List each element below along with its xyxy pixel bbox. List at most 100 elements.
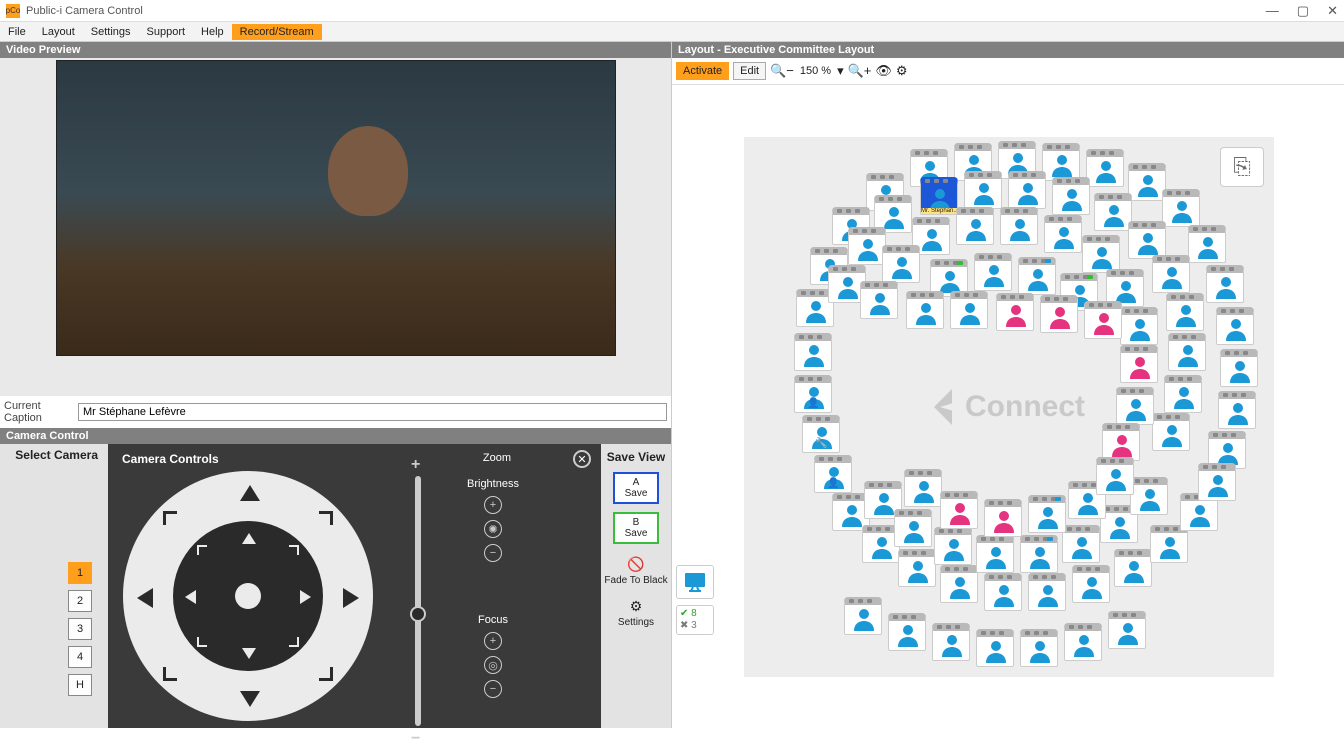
pan-up-fast[interactable] (240, 485, 260, 501)
seat[interactable] (950, 291, 988, 329)
pan-downleft-fast[interactable] (163, 667, 177, 681)
menu-file[interactable]: File (0, 24, 34, 40)
seat[interactable] (844, 597, 882, 635)
seat[interactable] (1042, 143, 1080, 181)
pan-right[interactable] (300, 590, 311, 604)
save-view-b-button[interactable]: BSave (613, 512, 659, 544)
pan-left[interactable] (185, 590, 196, 604)
minimize-button[interactable]: — (1266, 3, 1279, 19)
pan-down[interactable] (242, 648, 256, 659)
pan-downleft[interactable] (197, 637, 207, 647)
seat[interactable] (1166, 293, 1204, 331)
seat[interactable] (1130, 477, 1168, 515)
seat[interactable] (906, 291, 944, 329)
seat[interactable] (904, 469, 942, 507)
close-controls-icon[interactable]: ✕ (573, 450, 591, 468)
seat[interactable] (1028, 573, 1066, 611)
seat[interactable] (1164, 375, 1202, 413)
seat[interactable] (976, 629, 1014, 667)
camera-select-1[interactable]: 1 (68, 562, 92, 584)
pan-down-fast[interactable] (240, 691, 260, 707)
seat[interactable] (1008, 171, 1046, 209)
seat[interactable] (1086, 149, 1124, 187)
menu-support[interactable]: Support (139, 24, 194, 40)
seat[interactable] (1162, 189, 1200, 227)
menu-settings[interactable]: Settings (83, 24, 139, 40)
seat[interactable] (1084, 301, 1122, 339)
seat[interactable] (860, 281, 898, 319)
seat[interactable] (848, 227, 886, 265)
layout-canvas[interactable]: Connect ⎘ Mr. Stephan...👤🔧👤 ✔ 8 ✖ 3 (672, 85, 1344, 728)
seat[interactable] (1044, 215, 1082, 253)
seat[interactable] (1018, 257, 1056, 295)
seat[interactable] (1094, 193, 1132, 231)
menu-layout[interactable]: Layout (34, 24, 83, 40)
seat[interactable] (1064, 623, 1102, 661)
zoom-in-icon[interactable]: 🔍+ (848, 63, 872, 79)
seat[interactable] (894, 509, 932, 547)
seat[interactable] (1040, 295, 1078, 333)
camera-select-4[interactable]: 4 (68, 646, 92, 668)
seat[interactable]: 👤 (794, 375, 832, 413)
seat[interactable] (1108, 611, 1146, 649)
maximize-button[interactable]: ▢ (1297, 3, 1309, 19)
camera-select-3[interactable]: 3 (68, 618, 92, 640)
seat[interactable] (1152, 255, 1190, 293)
menu-help[interactable]: Help (193, 24, 232, 40)
close-button[interactable]: ✕ (1327, 3, 1338, 19)
pan-upright[interactable] (289, 545, 299, 555)
camera-select-2[interactable]: 2 (68, 590, 92, 612)
seat[interactable] (1020, 629, 1058, 667)
seat[interactable] (1116, 387, 1154, 425)
pan-downright-fast[interactable] (319, 667, 333, 681)
focus-auto-icon[interactable]: ◎ (484, 656, 502, 674)
seat[interactable] (940, 565, 978, 603)
seat[interactable] (1168, 333, 1206, 371)
seat[interactable]: 🔧 (802, 415, 840, 453)
seat[interactable] (1218, 391, 1256, 429)
pan-right-fast[interactable] (343, 588, 359, 608)
visibility-icon[interactable]: 👁 (875, 63, 892, 79)
seat[interactable] (956, 207, 994, 245)
seat[interactable] (1206, 265, 1244, 303)
seat[interactable] (794, 333, 832, 371)
seat[interactable] (1220, 349, 1258, 387)
settings-icon[interactable]: ⚙ (630, 598, 643, 615)
seat[interactable] (1052, 177, 1090, 215)
seat[interactable] (1152, 413, 1190, 451)
seat[interactable] (1000, 207, 1038, 245)
zoom-dropdown-icon[interactable]: ▾ (837, 63, 844, 79)
zoom-out-icon[interactable]: 🔍− (770, 63, 794, 79)
seat[interactable] (1062, 525, 1100, 563)
seat[interactable] (1096, 457, 1134, 495)
seat[interactable] (1188, 225, 1226, 263)
seat[interactable] (1028, 495, 1066, 533)
seat[interactable] (1128, 221, 1166, 259)
brightness-up-icon[interactable]: + (484, 496, 502, 514)
pan-up[interactable] (242, 533, 256, 544)
seat[interactable] (974, 253, 1012, 291)
pan-upright-fast[interactable] (319, 511, 333, 525)
menu-recordstream[interactable]: Record/Stream (232, 24, 322, 40)
camera-select-h[interactable]: H (68, 674, 92, 696)
seat[interactable] (1120, 345, 1158, 383)
seat[interactable] (1216, 307, 1254, 345)
seat[interactable] (1114, 549, 1152, 587)
zoom-knob[interactable] (410, 606, 426, 622)
seat[interactable] (934, 527, 972, 565)
seat[interactable] (940, 491, 978, 529)
seat[interactable] (1198, 463, 1236, 501)
focus-in-icon[interactable]: + (484, 632, 502, 650)
seat[interactable] (1082, 235, 1120, 273)
caption-input[interactable] (78, 403, 667, 421)
seat[interactable] (984, 499, 1022, 537)
seat[interactable] (976, 535, 1014, 573)
door-icon[interactable]: ⎘ (1220, 147, 1264, 187)
seat[interactable]: Mr. Stephan... (920, 177, 958, 215)
pan-left-fast[interactable] (137, 588, 153, 608)
seat[interactable] (1020, 535, 1058, 573)
pan-upleft-fast[interactable] (163, 511, 177, 525)
activate-button[interactable]: Activate (676, 62, 729, 80)
fade-to-black-icon[interactable]: 🚫 (627, 556, 644, 573)
seat[interactable] (932, 623, 970, 661)
